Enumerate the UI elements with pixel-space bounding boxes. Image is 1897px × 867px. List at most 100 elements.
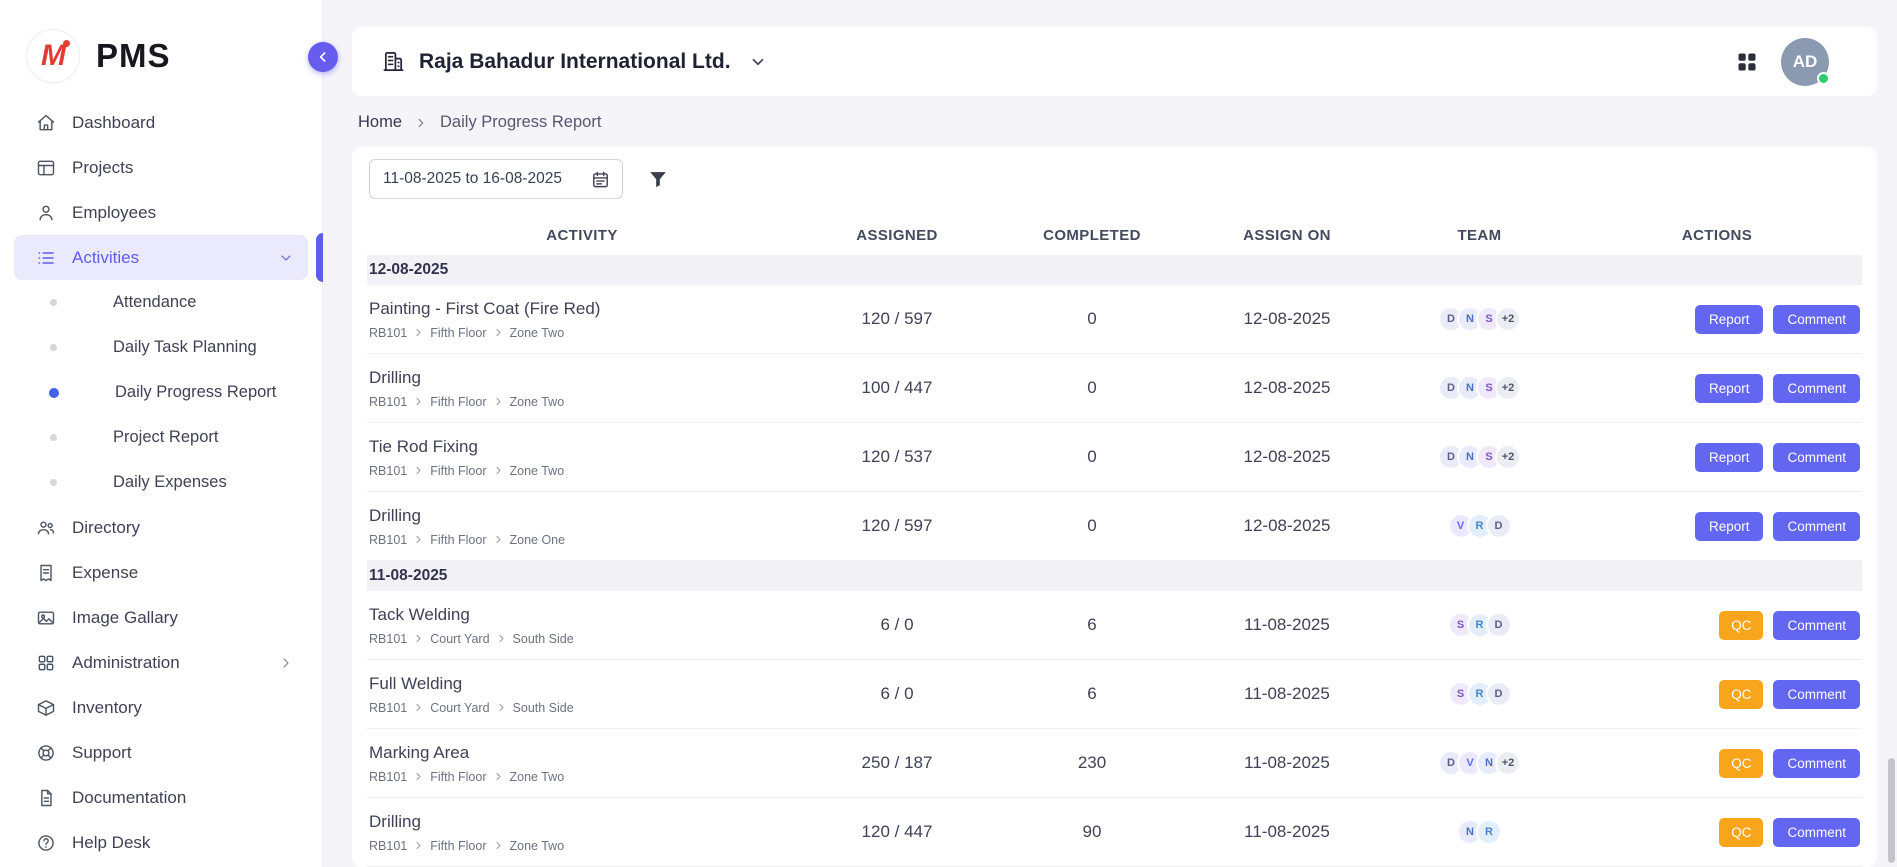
team-cell: DNS+2 bbox=[1387, 306, 1572, 332]
actions-cell: Report Comment bbox=[1572, 443, 1862, 472]
breadcrumb-home-link[interactable]: Home bbox=[358, 113, 402, 132]
team-cell: DNS+2 bbox=[1387, 444, 1572, 470]
breadcrumb-current: Daily Progress Report bbox=[440, 113, 601, 132]
sidebar-item-label: Image Gallary bbox=[72, 608, 294, 628]
activity-location: RB101Court YardSouth Side bbox=[369, 632, 789, 646]
sidebar-subitem-daily-progress-report[interactable]: Daily Progress Report bbox=[14, 370, 308, 415]
calendar-icon bbox=[591, 170, 610, 189]
comment-button[interactable]: Comment bbox=[1773, 305, 1860, 334]
completed-cell: 0 bbox=[997, 309, 1187, 329]
filter-row bbox=[367, 159, 1862, 199]
date-range-picker[interactable] bbox=[369, 159, 623, 199]
location-segment: RB101 bbox=[369, 701, 407, 715]
company-name: Raja Bahadur International Ltd. bbox=[419, 50, 731, 74]
sidebar-item-dashboard[interactable]: Dashboard bbox=[14, 100, 308, 145]
report-button[interactable]: Report bbox=[1695, 305, 1764, 334]
location-segment: Zone Two bbox=[510, 326, 565, 340]
team-avatar[interactable]: R bbox=[1476, 819, 1502, 845]
team-cell: VRD bbox=[1387, 513, 1572, 539]
activity-cell: Tack Welding RB101Court YardSouth Side bbox=[367, 596, 797, 655]
team-overflow-badge[interactable]: +2 bbox=[1495, 750, 1521, 776]
assigned-cell: 6 / 0 bbox=[797, 684, 997, 704]
scrollbar-thumb[interactable] bbox=[1888, 758, 1895, 863]
location-segment: Zone Two bbox=[510, 464, 565, 478]
report-button[interactable]: Report bbox=[1695, 374, 1764, 403]
chevron-right-icon bbox=[414, 466, 423, 475]
report-button[interactable]: Report bbox=[1695, 443, 1764, 472]
main-area: Raja Bahadur International Ltd. AD Home bbox=[323, 0, 1897, 867]
sidebar-item-expense[interactable]: Expense bbox=[14, 550, 308, 595]
location-segment: RB101 bbox=[369, 326, 407, 340]
column-header-actions: ACTIONS bbox=[1572, 227, 1862, 244]
qc-button[interactable]: QC bbox=[1719, 680, 1763, 709]
logo: M PMS bbox=[0, 0, 322, 84]
sidebar-item-activities[interactable]: Activities bbox=[14, 235, 308, 280]
sidebar-collapse-button[interactable] bbox=[308, 42, 338, 72]
team-overflow-badge[interactable]: +2 bbox=[1495, 375, 1521, 401]
qc-button[interactable]: QC bbox=[1719, 611, 1763, 640]
chevron-right-icon bbox=[494, 466, 503, 475]
sidebar-subitem-project-report[interactable]: Project Report bbox=[14, 415, 308, 460]
team-avatar[interactable]: D bbox=[1486, 513, 1512, 539]
location-segment: Zone Two bbox=[510, 839, 565, 853]
comment-button[interactable]: Comment bbox=[1773, 374, 1860, 403]
location-segment: RB101 bbox=[369, 464, 407, 478]
bullet-icon bbox=[50, 434, 57, 441]
qc-button[interactable]: QC bbox=[1719, 818, 1763, 847]
actions-cell: Report Comment bbox=[1572, 512, 1862, 541]
activity-title: Drilling bbox=[369, 812, 789, 832]
comment-button[interactable]: Comment bbox=[1773, 611, 1860, 640]
filter-icon[interactable] bbox=[647, 168, 669, 190]
home-icon bbox=[36, 113, 56, 133]
activity-location: RB101Fifth FloorZone Two bbox=[369, 326, 789, 340]
activity-title: Tack Welding bbox=[369, 605, 789, 625]
sidebar-subitem-daily-expenses[interactable]: Daily Expenses bbox=[14, 460, 308, 505]
chevron-right-icon bbox=[278, 655, 294, 671]
sidebar-item-directory[interactable]: Directory bbox=[14, 505, 308, 550]
report-button[interactable]: Report bbox=[1695, 512, 1764, 541]
comment-button[interactable]: Comment bbox=[1773, 680, 1860, 709]
sidebar-item-documentation[interactable]: Documentation bbox=[14, 775, 308, 820]
content-card: ACTIVITYASSIGNEDCOMPLETEDASSIGN ONTEAMAC… bbox=[352, 147, 1877, 867]
comment-button[interactable]: Comment bbox=[1773, 749, 1860, 778]
comment-button[interactable]: Comment bbox=[1773, 512, 1860, 541]
sidebar-item-administration[interactable]: Administration bbox=[14, 640, 308, 685]
team-overflow-badge[interactable]: +2 bbox=[1495, 306, 1521, 332]
sidebar-subitem-attendance[interactable]: Attendance bbox=[14, 280, 308, 325]
sidebar-item-projects[interactable]: Projects bbox=[14, 145, 308, 190]
team-avatar[interactable]: D bbox=[1486, 612, 1512, 638]
qc-button[interactable]: QC bbox=[1719, 749, 1763, 778]
assign-on-cell: 12-08-2025 bbox=[1187, 378, 1387, 398]
activity-title: Full Welding bbox=[369, 674, 789, 694]
sidebar-item-help-desk[interactable]: Help Desk bbox=[14, 820, 308, 865]
sidebar-item-image-gallary[interactable]: Image Gallary bbox=[14, 595, 308, 640]
company-selector[interactable]: Raja Bahadur International Ltd. bbox=[382, 50, 767, 74]
comment-button[interactable]: Comment bbox=[1773, 818, 1860, 847]
activity-location: RB101Fifth FloorZone Two bbox=[369, 464, 789, 478]
completed-cell: 0 bbox=[997, 447, 1187, 467]
assigned-cell: 100 / 447 bbox=[797, 378, 997, 398]
sidebar-item-employees[interactable]: Employees bbox=[14, 190, 308, 235]
assign-on-cell: 12-08-2025 bbox=[1187, 309, 1387, 329]
location-segment: RB101 bbox=[369, 395, 407, 409]
app-root: M PMS DashboardProjectsEmployees Activiti… bbox=[0, 0, 1897, 867]
team-avatar[interactable]: D bbox=[1486, 681, 1512, 707]
comment-button[interactable]: Comment bbox=[1773, 443, 1860, 472]
date-range-input[interactable] bbox=[383, 170, 583, 188]
team-overflow-badge[interactable]: +2 bbox=[1495, 444, 1521, 470]
sidebar-item-support[interactable]: Support bbox=[14, 730, 308, 775]
building-icon bbox=[382, 50, 405, 73]
sidebar-item-label: Expense bbox=[72, 563, 294, 583]
apps-grid-icon[interactable] bbox=[1735, 50, 1759, 74]
sidebar-item-inventory[interactable]: Inventory bbox=[14, 685, 308, 730]
assign-on-cell: 12-08-2025 bbox=[1187, 447, 1387, 467]
assign-on-cell: 11-08-2025 bbox=[1187, 615, 1387, 635]
chevron-right-icon bbox=[494, 397, 503, 406]
user-avatar[interactable]: AD bbox=[1781, 38, 1829, 86]
bullet-icon bbox=[50, 344, 57, 351]
sidebar-item-label: Activities bbox=[72, 248, 278, 268]
chevron-right-icon bbox=[414, 634, 423, 643]
sidebar-subitem-daily-task-planning[interactable]: Daily Task Planning bbox=[14, 325, 308, 370]
activity-location: RB101Fifth FloorZone Two bbox=[369, 839, 789, 853]
chevron-right-icon bbox=[414, 703, 423, 712]
